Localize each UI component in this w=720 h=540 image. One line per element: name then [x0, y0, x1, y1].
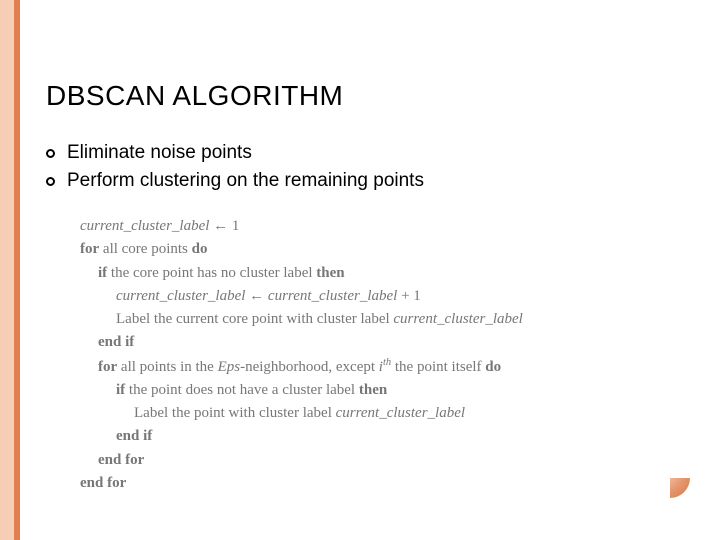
- pseudocode-line: end for: [80, 449, 670, 472]
- bullet-text: Perform clustering on the remaining poin…: [67, 170, 424, 192]
- pseudocode-line: end for: [80, 472, 670, 495]
- pseudocode-line: current_cluster_label ← 1: [80, 215, 670, 238]
- left-border-inner: [14, 0, 20, 540]
- pseudocode-line: Label the point with cluster label curre…: [80, 402, 670, 425]
- slide: DBSCAN ALGORITHM Eliminate noise points …: [0, 0, 720, 540]
- bullet-icon: [46, 177, 55, 186]
- bullet-list: Eliminate noise points Perform clusterin…: [46, 142, 424, 198]
- pseudocode-line: end if: [80, 331, 670, 354]
- pseudocode-block: current_cluster_label ← 1 for all core p…: [80, 215, 670, 495]
- bullet-item: Eliminate noise points: [46, 142, 424, 164]
- pseudocode-line: Label the current core point with cluste…: [80, 308, 670, 331]
- pseudocode-line: end if: [80, 425, 670, 448]
- bullet-icon: [46, 149, 55, 158]
- pseudocode-line: current_cluster_label ← current_cluster_…: [80, 285, 670, 308]
- bullet-text: Eliminate noise points: [67, 142, 252, 164]
- slide-title: DBSCAN ALGORITHM: [46, 80, 343, 112]
- pseudocode-line: for all core points do: [80, 238, 670, 261]
- bullet-item: Perform clustering on the remaining poin…: [46, 170, 424, 192]
- pseudocode-line: if the point does not have a cluster lab…: [80, 379, 670, 402]
- pseudocode-line: if the core point has no cluster label t…: [80, 262, 670, 285]
- pseudocode-line: for all points in the Eps-neighborhood, …: [80, 355, 670, 379]
